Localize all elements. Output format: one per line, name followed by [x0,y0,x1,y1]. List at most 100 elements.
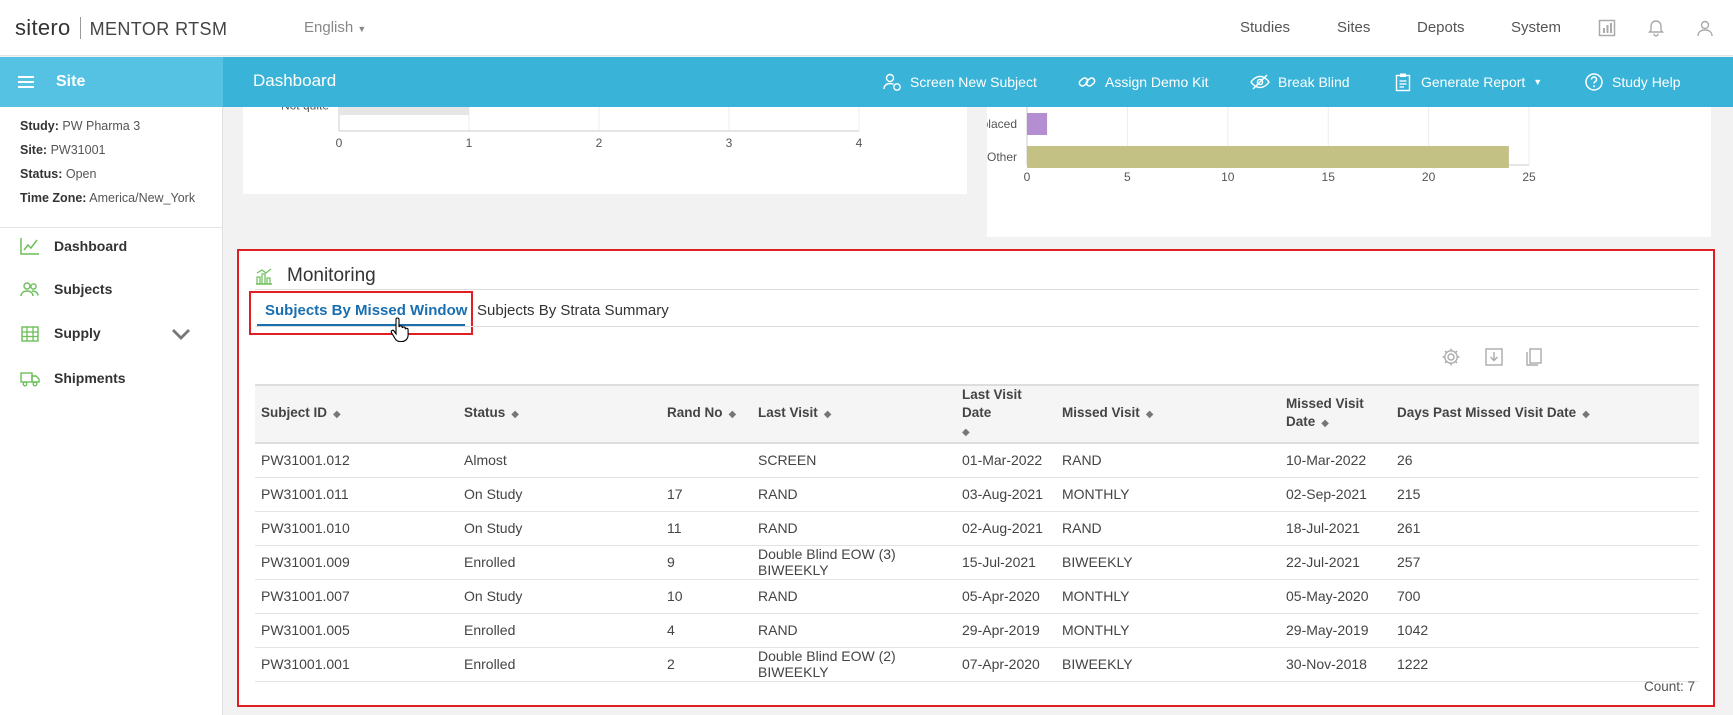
assign-demo-kit-button[interactable]: Assign Demo Kit [1077,72,1208,92]
table-cell: PW31001.011 [255,477,458,512]
download-icon[interactable] [1484,347,1504,367]
tick-label: 5 [1124,170,1131,184]
table-cell: 05-May-2020 [1280,579,1391,614]
table-cell: 30-Nov-2018 [1280,647,1391,682]
table-cell: 15-Jul-2021 [956,545,1056,580]
tick-label: 1 [466,136,473,150]
sidebar-item-subjects[interactable]: Subjects [20,278,205,300]
table-row[interactable]: PW31001.007 On Study 10 RAND 05-Apr-2020 MONT… [255,579,1699,614]
table-row[interactable]: PW31001.011 On Study 17 RAND 03-Aug-2021 MONT… [255,477,1699,512]
break-blind-button[interactable]: Break Blind [1250,72,1350,92]
monitoring-title: Monitoring [287,265,376,286]
table-cell [661,443,752,478]
sort-icon: ◆ [962,427,970,438]
table-cell: 1222 [1391,647,1699,682]
table-cell: 4 [661,613,752,648]
table-row[interactable]: PW31001.009 Enrolled 9 Double Blind EOW (3)… [255,545,1699,580]
sort-icon: ◆ [1582,409,1590,420]
table-cell: Enrolled [458,613,661,648]
tab-subjects-by-missed-window[interactable]: Subjects By Missed Window [265,302,467,319]
table-cell: 22-Jul-2021 [1280,545,1391,580]
bar[interactable] [339,96,469,115]
bar[interactable] [1027,113,1048,135]
hamburger-icon[interactable] [18,73,34,91]
bell-icon[interactable] [1645,17,1667,39]
table-row[interactable]: PW31001.005 Enrolled 4 RAND 29-Apr-2019 MONTH… [255,613,1699,648]
nav-system[interactable]: System [1511,19,1561,36]
hand-cursor-icon [390,317,409,343]
screen-new-subject-button[interactable]: Screen New Subject [882,72,1037,92]
category-label: Other [987,150,1017,164]
user-icon[interactable] [1694,17,1716,39]
bar[interactable] [1027,146,1509,168]
nav-studies[interactable]: Studies [1240,19,1290,36]
users-icon [20,282,39,297]
col-missed-visit-date[interactable]: Missed Visit Date ◆ [1280,385,1391,443]
monitoring-header: Monitoring [255,265,376,287]
sidebar-item-dashboard[interactable]: Dashboard [20,235,205,257]
col-missed-visit[interactable]: Missed Visit ◆ [1056,385,1280,443]
language-select[interactable]: English ▼ [304,19,366,36]
nav-sites[interactable]: Sites [1337,19,1370,36]
truck-icon [20,372,40,387]
generate-report-button[interactable]: Generate Report ▼ [1393,72,1542,92]
col-status[interactable]: Status ◆ [458,385,661,443]
link-icon [1078,77,1096,87]
table-cell: Enrolled [458,545,661,580]
report-icon[interactable] [1596,17,1618,39]
category-label: Replaced [987,117,1017,131]
table-cell: On Study [458,579,661,614]
sidebar: Study: PW Pharma 3 Site: PW31001 Status:… [0,107,223,715]
table-cell: 10-Mar-2022 [1280,443,1391,478]
col-subject-id[interactable]: Subject ID ◆ [255,385,458,443]
help-icon [1585,73,1603,91]
tab-subjects-by-strata-summary[interactable]: Subjects By Strata Summary [477,302,669,319]
chart-panel-left: 0 1 2 3 4 Not quite [243,96,967,194]
copy-icon[interactable] [1524,347,1544,367]
table-cell: 03-Aug-2021 [956,477,1056,512]
table-cell: 26 [1391,443,1699,478]
user-add-icon [883,73,901,91]
table-header-row: Subject ID ◆ Status ◆ Rand No ◆ Last Visit ◆… [255,385,1699,443]
table-cell: PW31001.005 [255,613,458,648]
table-cell: RAND [752,511,956,546]
table-row[interactable]: PW31001.010 On Study 11 RAND 02-Aug-2021 RAND… [255,511,1699,546]
tick-label: 0 [336,136,343,150]
table-row[interactable]: PW31001.001 Enrolled 2 Double Blind EOW (2)… [255,647,1699,682]
chevron-down-icon[interactable] [171,326,205,347]
sidebar-item-shipments[interactable]: Shipments [20,367,205,389]
row-count: Count: 7 [1643,679,1695,694]
table-cell: BIWEEKLY [1056,647,1280,682]
tick-label: 20 [1422,170,1436,184]
nav-depots[interactable]: Depots [1417,19,1465,36]
table-cell: RAND [1056,511,1280,546]
table-row[interactable]: PW31001.012 Almost SCREEN 01-Mar-2022 RAND 10… [255,443,1699,478]
col-last-visit-date[interactable]: Last Visit Date ◆ [956,385,1056,443]
col-days-past[interactable]: Days Past Missed Visit Date ◆ [1391,385,1699,443]
logo-product: MENTOR RTSM [89,19,228,39]
sort-icon: ◆ [823,409,832,420]
table-cell: 05-Apr-2020 [956,579,1056,614]
col-rand-no[interactable]: Rand No ◆ [661,385,752,443]
clipboard-icon [1395,73,1411,92]
app-logo[interactable]: sitero MENTOR RTSM [15,15,227,41]
table-cell: 11 [661,511,752,546]
table-cell: BIWEEKLY [1056,545,1280,580]
timezone-value: America/New_York [89,191,196,205]
settings-icon[interactable] [1441,347,1461,367]
table-cell: Double Blind EOW (3) BIWEEKLY [752,545,956,580]
col-last-visit[interactable]: Last Visit ◆ [752,385,956,443]
table-cell: 17 [661,477,752,512]
table-cell: Enrolled [458,647,661,682]
table-cell: 02-Aug-2021 [956,511,1056,546]
study-help-button[interactable]: Study Help [1584,72,1680,92]
page-title: Dashboard [253,71,337,90]
table-cell: Double Blind EOW (2) BIWEEKLY [752,647,956,682]
missed-window-table: Subject ID ◆ Status ◆ Rand No ◆ Last Visit ◆… [255,384,1699,682]
table-cell: 29-Apr-2019 [956,613,1056,648]
logo-sitero: sitero [15,15,71,40]
table-cell: 18-Jul-2021 [1280,511,1391,546]
chart-line-icon [20,238,39,255]
sidebar-item-supply[interactable]: Supply [20,322,205,344]
table-cell: 02-Sep-2021 [1280,477,1391,512]
